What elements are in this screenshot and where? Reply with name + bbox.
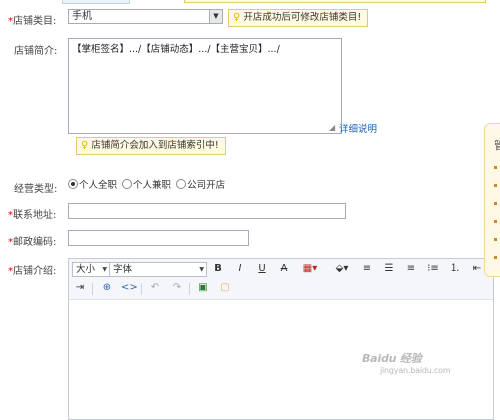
radio-icon[interactable] xyxy=(122,179,133,189)
insert-image-icon[interactable]: ▣ xyxy=(195,280,211,296)
bullet-dot xyxy=(494,202,497,205)
toolbar-separator xyxy=(92,283,93,295)
strikethrough-button[interactable]: A xyxy=(276,261,292,277)
font-size-select[interactable]: 大小 ▼ xyxy=(72,262,110,277)
numbered-list-icon[interactable]: ⒈ xyxy=(447,261,463,277)
text-color-icon[interactable]: ▦▾ xyxy=(298,261,322,277)
chevron-down-icon: ▼ xyxy=(102,266,107,273)
top-tip-strip xyxy=(184,0,486,3)
italic-button[interactable]: I xyxy=(232,261,248,277)
business-type-radios: 个人全职 个人兼职 公司开店 xyxy=(68,177,227,191)
undo-icon[interactable]: ↶ xyxy=(147,280,163,296)
lightbulb-icon: ♀ xyxy=(81,140,89,151)
bullet-dot xyxy=(494,238,497,241)
bullet-dot xyxy=(494,184,497,187)
bullet-list-icon[interactable]: ⁝≡ xyxy=(425,261,441,277)
editor-toolbar: 大小 ▼ 字体 ▼ B I U A ▦▾ ⬙▾ ≡ ☰ ≡ ⁝≡ ⒈ ⇤ ⇥ ⊕ <… xyxy=(69,259,493,300)
intro-textarea[interactable] xyxy=(68,38,342,134)
category-select[interactable]: 手机 ▼ xyxy=(68,9,223,24)
bullet-dot xyxy=(494,220,497,223)
postcode-label: *邮政编码: xyxy=(8,237,57,248)
indent-icon[interactable]: ⇥ xyxy=(72,280,88,296)
source-code-icon[interactable]: <> xyxy=(121,280,138,296)
shop-intro-label: *店铺介绍: xyxy=(8,266,57,277)
align-left-icon[interactable]: ≡ xyxy=(359,261,375,277)
align-right-icon[interactable]: ≡ xyxy=(403,261,419,277)
intro-label: 店铺简介: xyxy=(14,46,58,57)
highlight-color-icon[interactable]: ⬙▾ xyxy=(331,261,353,277)
top-strip-blue xyxy=(62,0,130,4)
lightbulb-icon: ♀ xyxy=(233,12,241,23)
chevron-down-icon[interactable]: ▼ xyxy=(209,10,222,23)
radio-fulltime[interactable]: 个人全职 xyxy=(68,179,117,191)
resize-grip-icon[interactable]: ◢ xyxy=(329,123,335,132)
address-label: *联系地址: xyxy=(8,210,57,221)
postcode-input[interactable] xyxy=(68,230,249,246)
radio-company[interactable]: 公司开店 xyxy=(176,179,225,191)
insert-media-icon[interactable]: ▢ xyxy=(217,280,233,296)
radio-icon[interactable] xyxy=(68,179,78,189)
redo-icon[interactable]: ↷ xyxy=(169,280,185,296)
detail-link[interactable]: 详细说明 xyxy=(339,121,377,135)
category-tip: ♀ 开店成功后可修改店铺类目! xyxy=(228,9,369,27)
outdent-icon[interactable]: ⇤ xyxy=(469,261,485,277)
underline-button[interactable]: U xyxy=(254,261,270,277)
chevron-down-icon: ▼ xyxy=(199,266,204,273)
bullet-dot xyxy=(494,256,497,259)
link-icon[interactable]: ⊕ xyxy=(99,280,115,296)
address-input[interactable] xyxy=(68,203,346,219)
font-family-select[interactable]: 字体 ▼ xyxy=(109,262,207,277)
category-label: *店铺类目: xyxy=(8,16,57,27)
bullet-dot xyxy=(494,166,497,169)
toolbar-separator xyxy=(189,283,190,295)
side-panel: 管 xyxy=(484,123,500,277)
category-select-value: 手机 xyxy=(72,11,92,22)
business-type-label: 经营类型: xyxy=(14,184,58,195)
radio-parttime[interactable]: 个人兼职 xyxy=(122,179,171,191)
align-center-icon[interactable]: ☰ xyxy=(381,261,397,277)
intro-tip: ♀ 店铺简介会加入到店铺索引中! xyxy=(76,137,226,155)
toolbar-separator xyxy=(141,283,142,295)
rich-text-editor[interactable]: 大小 ▼ 字体 ▼ B I U A ▦▾ ⬙▾ ≡ ☰ ≡ ⁝≡ ⒈ ⇤ ⇥ ⊕ <… xyxy=(68,258,494,420)
baidu-watermark: Baidu 经验 jingyan.baidu.com xyxy=(362,352,451,375)
radio-icon[interactable] xyxy=(176,179,187,189)
side-panel-head: 管 xyxy=(494,139,500,152)
bold-button[interactable]: B xyxy=(210,261,226,277)
